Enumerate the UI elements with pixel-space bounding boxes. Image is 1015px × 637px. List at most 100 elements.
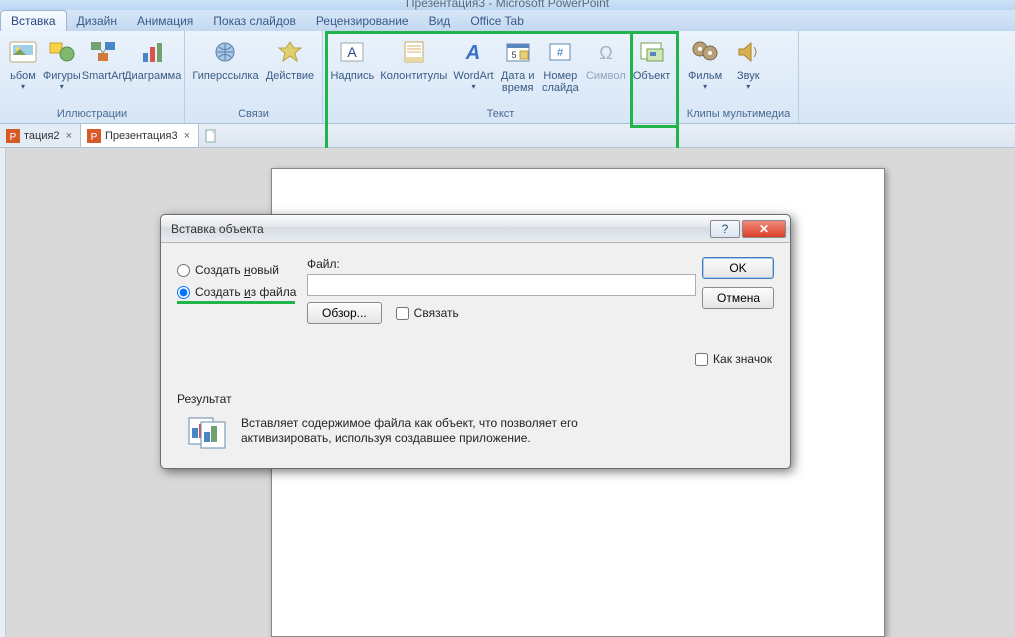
app-title: Презентация3 - Microsoft PowerPoint [406,0,609,10]
shapes-icon [46,36,78,68]
group-links: Гиперссылка Действие Связи [185,31,323,123]
group-text-label: Текст [323,106,678,123]
textbox-button[interactable]: A Надпись [327,33,378,83]
group-media-label: Клипы мультимедиа [679,106,798,123]
headerfooter-icon [398,36,430,68]
object-label: Объект [633,70,670,82]
dialog-titlebar[interactable]: Вставка объекта ? ✕ [161,215,790,243]
insert-object-dialog: Вставка объекта ? ✕ Создать новый Создат… [160,214,791,469]
as-icon-checkbox-input[interactable] [695,353,708,366]
radio-create-new-input[interactable] [177,264,190,277]
close-icon[interactable]: × [64,130,74,142]
chevron-down-icon: ▾ [21,82,25,91]
tab-review[interactable]: Рецензирование [306,11,419,31]
cancel-button[interactable]: Отмена [702,287,774,309]
shapes-button[interactable]: Фигуры ▾ [42,33,82,92]
action-label: Действие [266,70,314,82]
new-document-button[interactable] [199,124,223,147]
tab-animation[interactable]: Анимация [127,11,203,31]
datetime-label: Дата и время [501,70,535,94]
smartart-icon [87,36,119,68]
document-tabbar: P тация2 × P Презентация3 × [0,124,1015,148]
close-icon[interactable]: × [182,130,192,142]
result-icon [187,416,227,450]
album-button[interactable]: ьбом ▾ [4,33,42,92]
chart-button[interactable]: Диаграмма [125,33,180,83]
doc-tab-1[interactable]: P тация2 × [0,124,81,147]
group-text: A Надпись Колонтитулы A WordArt ▾ 5 [323,31,679,123]
powerpoint-icon: P [87,129,101,143]
close-button[interactable]: ✕ [742,220,786,238]
file-path-input[interactable] [307,274,696,296]
tab-view[interactable]: Вид [419,11,461,31]
doc-tab-2[interactable]: P Презентация3 × [81,124,199,147]
datetime-button[interactable]: 5 Дата и время [497,33,538,95]
movie-button[interactable]: Фильм ▾ [683,33,727,92]
slidenumber-label: Номер слайда [542,70,579,94]
hyperlink-button[interactable]: Гиперссылка [189,33,262,83]
result-heading: Результат [177,392,774,406]
chevron-down-icon: ▾ [746,82,750,91]
smartart-label: SmartArt [82,70,125,82]
radio-create-from-file-input[interactable] [177,286,190,299]
radio-create-new-label: Создать новый [195,263,279,277]
sidebar-edge[interactable] [0,148,6,637]
close-icon: ✕ [759,222,769,236]
object-icon [636,36,668,68]
symbol-icon: Ω [590,36,622,68]
doc-tab-2-label: Презентация3 [105,130,178,142]
svg-text:P: P [10,132,17,143]
group-media: Фильм ▾ Звук ▾ Клипы мультимедиа [679,31,799,123]
wordart-icon: A [457,36,489,68]
sound-label: Звук [737,70,760,82]
datetime-icon: 5 [502,36,534,68]
action-button[interactable]: Действие [262,33,318,83]
powerpoint-icon: P [6,129,20,143]
chart-icon [137,36,169,68]
radio-create-new[interactable]: Создать новый [177,263,307,277]
as-icon-checkbox[interactable]: Как значок [695,352,772,366]
symbol-button: Ω Символ [582,33,629,83]
smartart-button[interactable]: SmartArt [82,33,126,83]
new-doc-icon [204,129,218,143]
radio-create-from-file-label: Создать из файла [195,285,296,299]
highlight-underline [177,301,295,304]
svg-text:A: A [465,42,480,64]
tab-insert[interactable]: Вставка [0,10,67,31]
browse-button[interactable]: Обзор... [307,302,382,324]
group-links-label: Связи [185,106,322,123]
ok-button[interactable]: OK [702,257,774,279]
link-checkbox-input[interactable] [396,307,409,320]
wordart-button[interactable]: A WordArt ▾ [450,33,497,92]
hyperlink-icon [209,36,241,68]
group-illustrations: ьбом ▾ Фигуры ▾ SmartArt Диагра [0,31,185,123]
textbox-label: Надпись [330,70,374,82]
ribbon: ьбом ▾ Фигуры ▾ SmartArt Диагра [0,31,1015,124]
album-icon [7,36,39,68]
chevron-down-icon: ▾ [703,82,707,91]
headerfooter-button[interactable]: Колонтитулы [378,33,450,83]
svg-text:P: P [91,132,98,143]
tab-design[interactable]: Дизайн [67,11,127,31]
help-button[interactable]: ? [710,220,740,238]
svg-text:A: A [348,44,358,60]
tab-slideshow[interactable]: Показ слайдов [203,11,306,31]
group-illustrations-label: Иллюстрации [0,106,184,123]
shapes-label: Фигуры [43,70,81,82]
as-icon-checkbox-label: Как значок [713,352,772,366]
chart-label: Диаграмма [124,70,181,82]
slidenumber-button[interactable]: # Номер слайда [538,33,582,95]
chevron-down-icon: ▾ [471,82,475,91]
object-button[interactable]: Объект [629,33,674,83]
radio-create-from-file[interactable]: Создать из файла [177,285,307,299]
symbol-label: Символ [586,70,626,82]
file-label: Файл: [307,257,696,271]
sound-button[interactable]: Звук ▾ [727,33,769,92]
album-label: ьбом [10,70,36,82]
dialog-title: Вставка объекта [171,222,710,236]
svg-text:Ω: Ω [599,43,612,63]
link-checkbox[interactable]: Связать [396,306,459,320]
headerfooter-label: Колонтитулы [380,70,447,82]
tab-officetab[interactable]: Office Tab [460,11,534,31]
ribbon-tabstrip: Вставка Дизайн Анимация Показ слайдов Ре… [0,10,1015,31]
